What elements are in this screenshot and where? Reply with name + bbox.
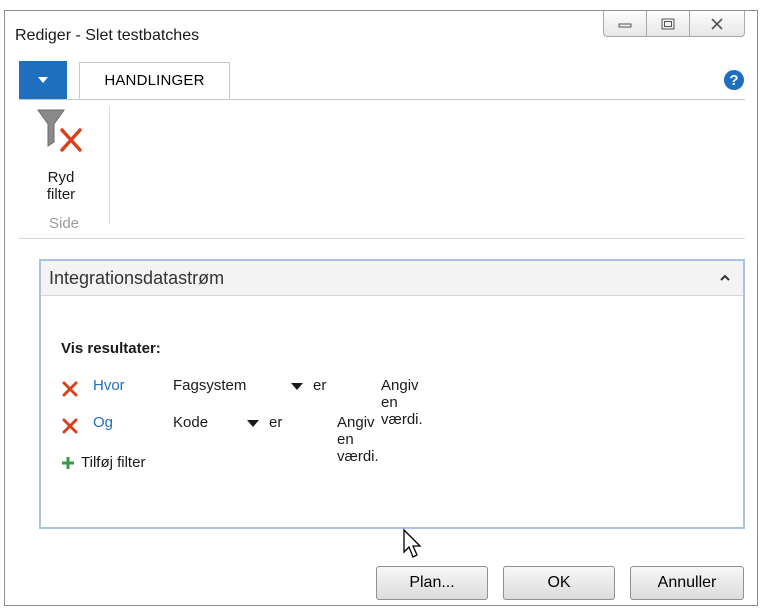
close-button[interactable]: [689, 11, 745, 37]
caret-down-icon[interactable]: [247, 420, 259, 428]
filter-connector[interactable]: Hvor: [93, 377, 125, 394]
filter-field[interactable]: Kode: [173, 414, 208, 431]
group-label-side: Side: [49, 215, 80, 232]
tab-label: HANDLINGER: [104, 72, 205, 89]
remove-filter-icon[interactable]: [61, 380, 79, 398]
plus-icon: [62, 457, 74, 469]
close-icon: [711, 17, 723, 30]
minimize-icon: [618, 23, 632, 27]
chevron-up-icon[interactable]: [719, 272, 731, 284]
add-filter-link[interactable]: Tilføj filter: [61, 454, 145, 471]
plan-button-label: Plan...: [409, 574, 455, 591]
dialog-window: Rediger - Slet testbatches HANDLINGER ?: [4, 10, 758, 606]
remove-filter-icon[interactable]: [61, 417, 79, 435]
filter-value[interactable]: Angiv en værdi.: [381, 377, 423, 428]
mouse-cursor-icon: [403, 528, 422, 558]
fasttab-title: Integrationsdatastrøm: [49, 268, 225, 288]
ok-button-label: OK: [547, 574, 571, 591]
ribbon-tab-bar: HANDLINGER ?: [19, 61, 745, 100]
tab-handlinger[interactable]: HANDLINGER: [79, 62, 230, 99]
help-icon[interactable]: ?: [723, 69, 745, 91]
svg-text:?: ?: [729, 72, 738, 89]
show-results-label: Vis resultater:: [61, 340, 161, 357]
window-title: Rediger - Slet testbatches: [15, 27, 200, 44]
group-separator: [109, 106, 110, 224]
filter-operator: er: [313, 377, 327, 394]
restore-button[interactable]: [646, 11, 690, 37]
clear-filter-label: Ryd filter: [46, 169, 76, 203]
filter-connector[interactable]: Og: [93, 414, 113, 431]
restore-icon: [661, 18, 675, 29]
add-filter-label: Tilføj filter: [81, 454, 146, 471]
ribbon-panel: Ryd filter Side: [19, 100, 745, 239]
fasttab-integration: Integrationsdatastrøm Vis resultater: Hv…: [39, 259, 745, 529]
clear-filter-icon: [37, 109, 82, 152]
plan-button[interactable]: Plan...: [376, 566, 488, 600]
minimize-button[interactable]: [603, 11, 647, 37]
filter-value[interactable]: Angiv en værdi.: [337, 414, 379, 465]
caret-down-icon[interactable]: [291, 383, 303, 391]
application-menu-button[interactable]: [19, 61, 67, 99]
chevron-down-icon: [38, 77, 48, 83]
cancel-button-label: Annuller: [657, 574, 717, 591]
window-controls: [603, 11, 745, 37]
cancel-button[interactable]: Annuller: [630, 566, 744, 600]
filter-operator: er: [269, 414, 283, 431]
clear-filter-button[interactable]: Ryd filter: [27, 108, 95, 206]
filter-field[interactable]: Fagsystem: [173, 377, 246, 394]
fasttab-header[interactable]: Integrationsdatastrøm: [41, 261, 743, 296]
ok-button[interactable]: OK: [503, 566, 615, 600]
title-bar: Rediger - Slet testbatches: [5, 11, 757, 57]
